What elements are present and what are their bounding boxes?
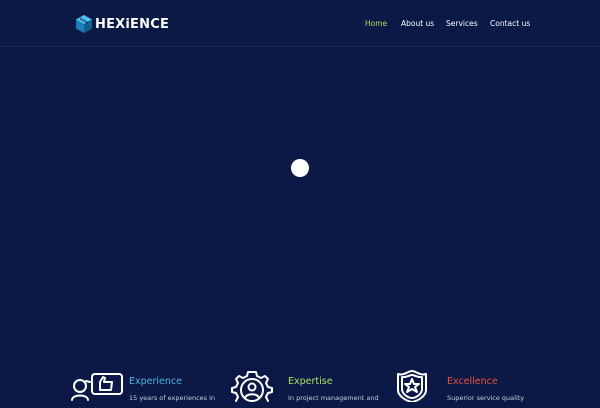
nav-item-services[interactable]: Services bbox=[446, 18, 478, 30]
feature-title: Expertise bbox=[288, 376, 333, 387]
feature-title: Experience bbox=[129, 376, 182, 387]
feature-excellence: Excellence Superior service quality bbox=[388, 368, 558, 408]
star-shield-icon bbox=[397, 370, 427, 402]
feature-expertise: Expertise In project management and bbox=[226, 368, 386, 408]
feature-description: In project management and bbox=[288, 394, 379, 402]
feature-title: Excellence bbox=[447, 376, 498, 387]
nav-item-about[interactable]: About us bbox=[401, 18, 434, 30]
main-nav: Home About us Services Contact us bbox=[0, 18, 600, 32]
loading-indicator bbox=[291, 159, 309, 177]
gear-person-icon bbox=[231, 371, 273, 402]
nav-item-contact[interactable]: Contact us bbox=[490, 18, 530, 30]
feature-description: 15 years of experiences in bbox=[129, 394, 216, 402]
feature-description: Superior service quality bbox=[447, 394, 525, 402]
feature-experience: Experience 15 years of experiences in bbox=[66, 368, 226, 408]
site-header: HEXiENCE Home About us Services Contact … bbox=[0, 0, 600, 47]
thumbs-up-person-icon bbox=[71, 373, 123, 401]
nav-item-home[interactable]: Home bbox=[365, 18, 387, 30]
